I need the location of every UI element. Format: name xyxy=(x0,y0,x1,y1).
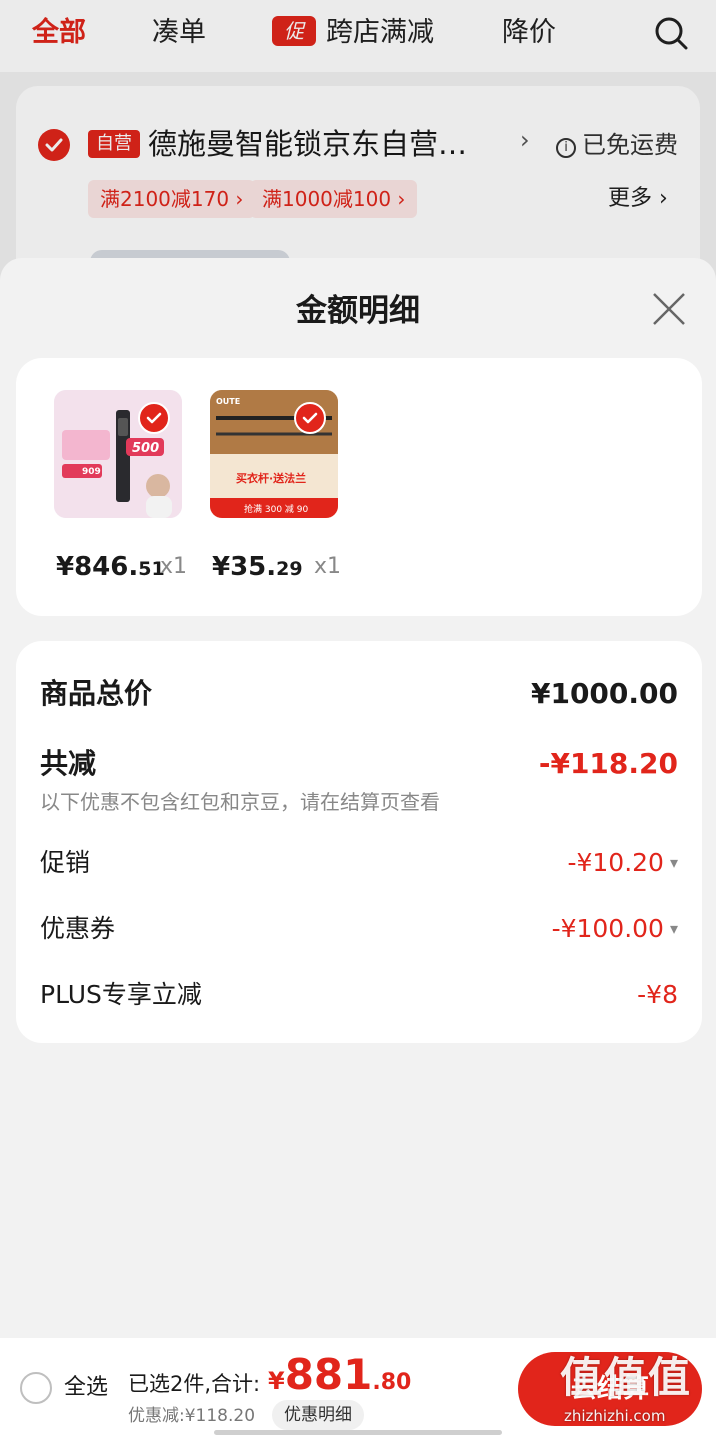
product-price: ¥35.29 xyxy=(212,552,303,582)
select-all-checkbox[interactable] xyxy=(20,1372,52,1404)
product-checkbox[interactable] xyxy=(294,402,326,434)
product-image[interactable]: OUTE 买衣杆·送法兰 抢满 300 减 90 xyxy=(210,390,338,518)
checkmark-icon xyxy=(146,412,162,424)
product-badge-text: 500 xyxy=(132,441,159,456)
discount-detail-button[interactable]: 优惠明细 xyxy=(272,1400,364,1430)
product-list-card: 909 500 ¥846.51 x1 OUTE 买衣杆·送法兰 抢满 300 减… xyxy=(16,358,702,616)
overlay-dim xyxy=(0,0,716,300)
subtotal-label: 商品总价 xyxy=(40,677,153,710)
product-image[interactable]: 909 500 xyxy=(54,390,182,518)
coupon-label: 优惠券 xyxy=(40,914,116,943)
total-discount-value: -¥118.20 xyxy=(538,747,678,780)
sheet-title: 金额明细 xyxy=(296,293,420,329)
product-quantity: x1 xyxy=(314,554,342,579)
promotion-label: 促销 xyxy=(40,848,91,877)
plus-discount-value: -¥8 xyxy=(637,980,678,1009)
discount-note: 以下优惠不包含红包和京豆，请在结算页查看 xyxy=(40,790,440,814)
promotion-row-toggle[interactable]: -¥10.20 ▾ xyxy=(567,845,678,881)
discount-summary: 优惠减:¥118.20 xyxy=(128,1406,256,1426)
product-promo-price: 909 xyxy=(82,467,101,477)
total-price: ¥881.80 xyxy=(268,1350,412,1399)
select-all-label[interactable]: 全选 xyxy=(64,1372,108,1404)
chevron-down-icon: ▾ xyxy=(669,919,678,938)
product-price: ¥846.51 xyxy=(56,552,165,582)
close-icon[interactable] xyxy=(650,290,688,328)
checkmark-icon xyxy=(302,412,318,424)
product-headline: 买衣杆·送法兰 xyxy=(236,471,306,485)
plus-discount-label: PLUS专享立减 xyxy=(40,980,202,1009)
price-summary-card: 商品总价 ¥1000.00 共减 -¥118.20 以下优惠不包含红包和京豆，请… xyxy=(16,641,702,1043)
total-discount-label: 共减 xyxy=(40,747,97,780)
product-quantity: x1 xyxy=(160,554,188,579)
coupon-row-toggle[interactable]: -¥100.00 ▾ xyxy=(552,911,678,947)
chevron-down-icon: ▾ xyxy=(669,853,678,872)
product-brand: OUTE xyxy=(216,397,240,406)
checkout-footer: 全选 已选2件,合计: ¥881.80 优惠减:¥118.20 优惠明细 去结算 xyxy=(0,1338,716,1436)
home-indicator xyxy=(214,1430,502,1435)
product-checkbox[interactable] xyxy=(138,402,170,434)
selected-count-text: 已选2件,合计: xyxy=(128,1372,261,1396)
product-promo-line: 抢满 300 减 90 xyxy=(244,503,308,515)
subtotal-value: ¥1000.00 xyxy=(530,677,678,710)
amount-detail-sheet: 金额明细 909 500 ¥846.51 x1 OUTE 买衣杆·送法兰 抢满 … xyxy=(0,258,716,1338)
checkout-button[interactable]: 去结算 xyxy=(518,1352,702,1426)
